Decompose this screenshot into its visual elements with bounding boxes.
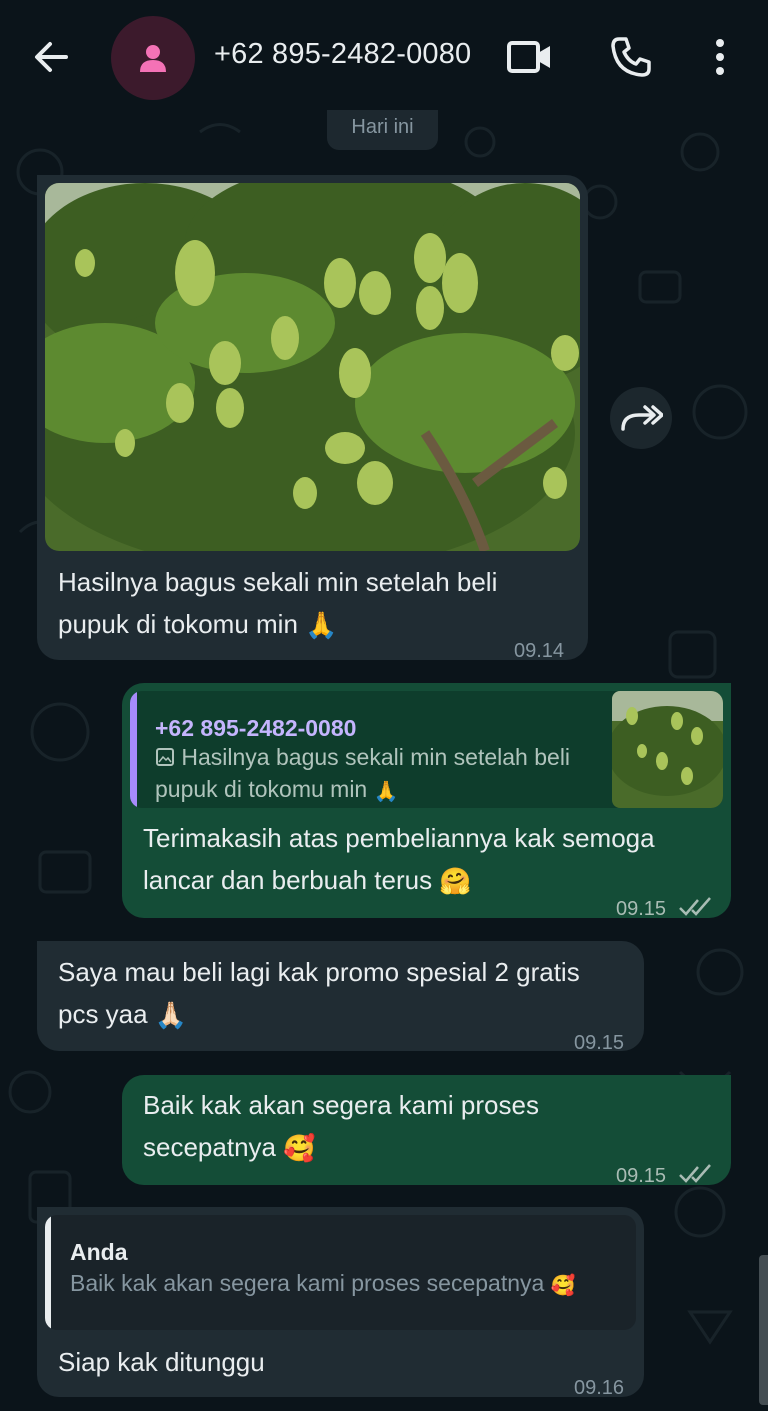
incoming-message[interactable]: Anda Baik kak akan segera kami proses se…	[37, 1207, 644, 1399]
chat-header: +62 895-2482-0080	[0, 0, 768, 112]
quote-text-block: Baik kak akan segera kami proses secepat…	[70, 1267, 625, 1301]
forward-icon[interactable]	[610, 387, 672, 449]
quote-text: Hasilnya bagus sekali min setelah beli p…	[155, 744, 571, 802]
more-vertical-icon[interactable]	[700, 33, 740, 81]
message-time: 09.15	[574, 1032, 625, 1054]
message-emoji: 🤗	[439, 867, 472, 898]
message-text: Saya mau beli lagi kak promo spesial 2 g…	[58, 957, 580, 1029]
message-emoji: 🙏	[305, 611, 338, 642]
message-time: 09.14	[514, 640, 565, 662]
quoted-message[interactable]: +62 895-2482-0080 Hasilnya bagus sekali …	[130, 691, 723, 808]
image-icon	[155, 744, 181, 770]
date-chip: Hari ini	[327, 110, 438, 150]
phone-icon[interactable]	[607, 33, 655, 81]
quote-emoji: 🥰	[550, 1272, 576, 1297]
double-check-icon	[678, 1155, 714, 1197]
message-time: 09.16	[574, 1377, 625, 1399]
quote-text-block: Hasilnya bagus sekali min setelah beli p…	[155, 741, 595, 807]
avatar[interactable]	[111, 16, 195, 100]
quote-text: Baik kak akan segera kami proses secepat…	[70, 1270, 545, 1296]
quote-bar	[45, 1215, 51, 1330]
message-emoji: 🥰	[283, 1134, 316, 1165]
incoming-message[interactable]: Saya mau beli lagi kak promo spesial 2 g…	[37, 941, 644, 1054]
quote-bar	[130, 691, 137, 808]
contact-name[interactable]: +62 895-2482-0080	[214, 38, 471, 71]
arrow-left-icon[interactable]	[30, 36, 72, 78]
quote-emoji: 🙏	[373, 778, 399, 803]
incoming-message[interactable]: Hasilnya bagus sekali min setelah beli p…	[37, 175, 588, 662]
message-text: Hasilnya bagus sekali min setelah beli p…	[58, 567, 498, 639]
quoted-message[interactable]: Anda Baik kak akan segera kami proses se…	[45, 1215, 636, 1330]
message-text: Baik kak akan segera kami proses secepat…	[143, 1090, 539, 1162]
message-text: Siap kak ditunggu	[58, 1347, 265, 1377]
scrollbar-handle[interactable]	[759, 1255, 768, 1405]
outgoing-message[interactable]: Baik kak akan segera kami proses secepat…	[122, 1075, 731, 1187]
mango-tree-photo[interactable]	[45, 183, 580, 551]
message-emoji: 🙏🏻	[154, 1001, 188, 1032]
video-camera-icon[interactable]	[505, 33, 553, 81]
message-time: 09.15	[616, 898, 667, 920]
quote-thumbnail	[612, 691, 723, 808]
message-time: 09.15	[616, 1165, 667, 1187]
double-check-icon	[678, 888, 714, 930]
message-text: Terimakasih atas pembeliannya kak semoga…	[143, 823, 655, 895]
person-icon	[140, 45, 166, 72]
outgoing-message[interactable]: +62 895-2482-0080 Hasilnya bagus sekali …	[122, 683, 731, 920]
